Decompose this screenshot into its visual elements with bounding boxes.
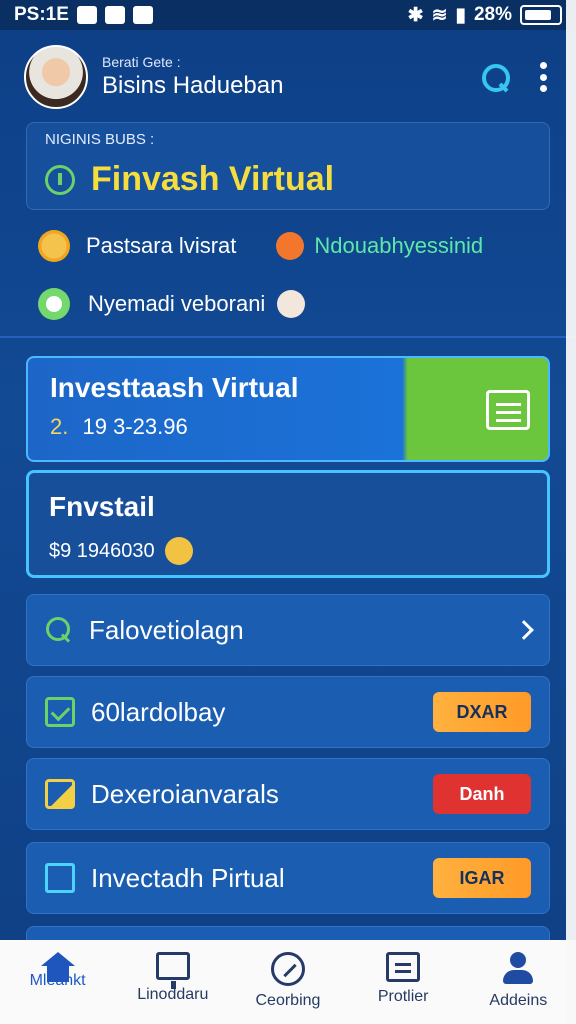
balance-card[interactable]: NIGINIS BUBS : Finvash Virtual: [26, 122, 550, 210]
funds-amount: $9 1946030: [49, 539, 155, 562]
nav-addeins[interactable]: Addeins: [468, 952, 568, 1010]
status-badge[interactable]: IGAR: [433, 858, 531, 898]
status-badge[interactable]: DXAR: [433, 692, 531, 732]
sparkle-icon: [38, 288, 70, 320]
chevron-right-icon[interactable]: [514, 620, 534, 640]
menu-label-1: Falovetiolagn: [89, 614, 244, 645]
status-time: PS:1E: [14, 4, 69, 25]
profile-text: Berati Gete : Bisins Hadueban: [102, 54, 283, 100]
nav-home[interactable]: Mleankt: [8, 952, 108, 990]
document-icon: [386, 952, 421, 982]
investment-title: Investtaash Virtual: [50, 372, 299, 403]
more-options-icon[interactable]: [540, 62, 548, 92]
profile-header: Berati Gete : Bisins Hadueban: [24, 44, 552, 110]
status-badge[interactable]: Danh: [433, 774, 531, 814]
info-line-1: Pastsara lvisrat Ndouabhyessinid: [38, 226, 538, 266]
sun-icon: [38, 230, 70, 262]
face-icon: [277, 290, 306, 318]
nav-label-addeins: Addeins: [489, 992, 548, 1009]
battery-percentage: 28%: [473, 4, 512, 25]
board-icon: [45, 779, 75, 809]
info-lines: Pastsara lvisrat Ndouabhyessinid Nyemadi…: [38, 226, 538, 342]
info-right-1[interactable]: Ndouabhyessinid: [314, 233, 483, 259]
search-icon[interactable]: [480, 62, 510, 92]
info-left-1: Pastsara lvisrat: [86, 233, 237, 258]
info-left-2: Nyemadi veborani: [88, 291, 266, 316]
search-icon: [45, 616, 73, 644]
message-icon: [104, 6, 125, 24]
status-left: PS:1E: [14, 4, 153, 26]
document-icon: [486, 390, 530, 430]
menu-label-2: 60lardolbay: [91, 696, 226, 727]
nav-label-ceorbing: Ceorbing: [255, 992, 321, 1009]
nav-label-protlier: Protlier: [377, 988, 429, 1005]
notification-icon: [76, 6, 97, 24]
funds-card[interactable]: Fnvstail $9 1946030: [26, 470, 550, 578]
signal-icon: ▮: [455, 4, 466, 26]
check-icon: [45, 697, 75, 727]
bluetooth-icon: ✱: [407, 4, 424, 26]
screen-edge: [566, 0, 576, 1024]
menu-item-falovetiolagn[interactable]: Falovetiolagn: [26, 594, 550, 666]
home-icon: [40, 952, 75, 982]
investment-amount-row: 2. 19 3-23.96: [50, 414, 526, 440]
investment-card[interactable]: Investtaash Virtual 2. 19 3-23.96: [26, 356, 550, 462]
menu-label-4: Invectadh Pirtual: [91, 862, 285, 893]
chick-icon: [164, 537, 193, 565]
nav-protlier[interactable]: Protlier: [353, 952, 453, 1006]
user-icon: [501, 952, 535, 986]
bottom-navigation: Mleankt Linoddaru Ceorbing Protlier Adde…: [0, 940, 576, 1024]
header-actions: [480, 62, 552, 92]
wifi-icon: ≋: [431, 4, 448, 26]
info-icon: [45, 164, 75, 195]
badge-icon: [276, 232, 305, 260]
next-item-peek: [26, 926, 550, 940]
menu-label-3: Dexeroianvarals: [91, 778, 279, 809]
file-icon: [45, 863, 75, 893]
monitor-icon: [155, 952, 190, 989]
balance-label: NIGINIS BUBS :: [45, 131, 155, 148]
status-bar: PS:1E ✱ ≋ ▮ 28%: [0, 0, 576, 30]
nav-ceorbing[interactable]: Ceorbing: [238, 952, 338, 1010]
app-icon: [132, 6, 153, 24]
profile-title: Bisins Hadueban: [102, 72, 284, 99]
info-line-2: Nyemadi veborani: [38, 284, 538, 324]
status-right: ✱ ≋ ▮ 28%: [408, 4, 562, 27]
balance-row: Finvash Virtual: [45, 160, 531, 199]
funds-title: Fnvstail: [49, 491, 155, 522]
investment-prefix: 2.: [50, 414, 69, 439]
balance-value: Finvash Virtual: [91, 160, 335, 198]
avatar[interactable]: [24, 45, 88, 109]
divider: [0, 336, 576, 338]
nav-linoddaru[interactable]: Linoddaru: [123, 952, 223, 1004]
funds-amount-row: $9 1946030: [49, 537, 527, 565]
menu-item-60lardolbay[interactable]: 60lardolbay DXAR: [26, 676, 550, 748]
investment-amount: 19 3-23.96: [82, 414, 188, 439]
profile-subtitle: Berati Gete :: [102, 54, 181, 70]
battery-icon: [520, 5, 562, 25]
menu-item-invectadh-pirtual[interactable]: Invectadh Pirtual IGAR: [26, 842, 550, 914]
compass-icon: [270, 952, 305, 986]
menu-item-dexeroianvarals[interactable]: Dexeroianvarals Danh: [26, 758, 550, 830]
